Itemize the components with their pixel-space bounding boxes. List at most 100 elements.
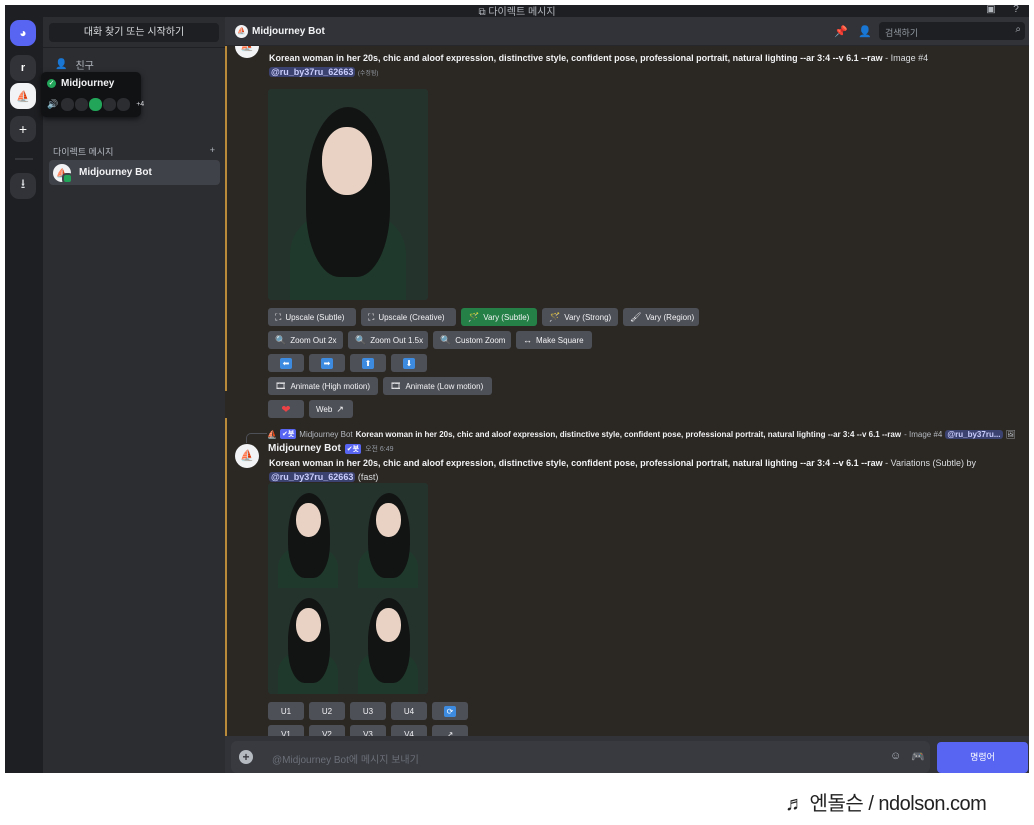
upscale-4-button[interactable]: U4 [391,702,427,720]
pin-icon[interactable]: 📌 [834,25,848,38]
member-avatar [60,97,76,112]
expand-icon: ↔ [523,335,532,345]
friends-icon: 👤 [55,58,68,70]
upscale-creative-button[interactable]: ⛶ Upscale (Creative) [361,308,456,326]
dm-item-midjourney-bot[interactable]: ⛵ Midjourney Bot [49,160,220,185]
button-label: Animate (High motion) [290,381,371,391]
button-label: Vary (Subtle) [483,312,530,322]
avatar[interactable]: ⛵ [235,444,259,468]
grid-image[interactable] [268,588,348,694]
zoom-out-2x-button[interactable]: 🔍 Zoom Out 2x [268,331,343,349]
avatar[interactable]: ⛵ [235,46,259,58]
add-friend-icon[interactable]: 👤 [858,25,872,38]
user-mention[interactable]: @ru_by37ru... [945,429,1003,439]
animate-high-motion-button[interactable]: 🎞 Animate (High motion) [268,377,378,395]
zoom-out-1-5x-button[interactable]: 🔍 Zoom Out 1.5x [348,331,428,349]
mention-highlight-bar [225,46,227,391]
upscale-1-button[interactable]: U1 [268,702,304,720]
pan-left-button[interactable]: ⬅ [268,354,304,372]
more-members-count: +4 [136,101,145,108]
portrait-face [376,608,401,642]
grid-image[interactable] [348,588,428,694]
author-name[interactable]: Midjourney Bot [268,443,341,454]
upscale-3-button[interactable]: U3 [350,702,386,720]
avatar: ⛵ [53,163,73,184]
button-label: Vary (Strong) [564,312,612,322]
upscale-2-button[interactable]: U2 [309,702,345,720]
add-server-icon[interactable]: + [10,116,36,142]
open-external-button[interactable]: ↗ [432,725,468,736]
add-dm-icon[interactable]: + [210,145,215,158]
discord-home-icon[interactable]: ◕ [10,20,36,46]
portrait-face [322,127,372,195]
film-icon: 🎞 [390,380,402,391]
server-midjourney-icon[interactable]: ⛵ [10,83,36,109]
dm-item-label: Midjourney Bot [79,167,152,178]
timestamp: 오전 6:49 [365,445,394,453]
reply-suffix: - Image #4 [904,429,943,439]
like-button[interactable]: ❤ [268,400,304,418]
pan-right-button[interactable]: ➡ [309,354,345,372]
refresh-icon: ⟳ [444,705,456,717]
dm-header-label: 다이렉트 메시지 [53,147,114,157]
custom-zoom-button[interactable]: 🔍 Custom Zoom [433,331,511,349]
attach-plus-icon[interactable]: + [239,750,253,764]
vary-strong-button[interactable]: 🪄 Vary (Strong) [542,308,618,326]
button-label: Animate (Low motion) [405,381,484,391]
sidebar-item-friends[interactable]: 👤 친구 [49,54,219,74]
heart-icon: ❤ [281,403,291,416]
avatar: ⛵ [235,25,248,38]
portrait-face [296,503,321,537]
tooltip-title: ✓ Midjourney [47,78,114,89]
pan-up-button[interactable]: ⬆ [350,354,386,372]
download-icon[interactable]: ⭳ [10,173,36,199]
reply-reference[interactable]: ⛵ ✔봇 Midjourney Bot Korean woman in her … [267,429,1016,439]
online-status-icon [62,172,73,184]
find-conversation-button[interactable]: 대화 찾기 또는 시작하기 [49,23,219,42]
variation-1-button[interactable]: V1 [268,725,304,736]
image-icon: 🖼 [1005,429,1016,439]
help-icon[interactable]: ? [1010,5,1022,16]
prompt-suffix: - Variations (Subtle) by [882,458,977,468]
emoji-icon[interactable]: ☺ [890,750,901,762]
message-composer[interactable]: + @Midjourney Bot에 메시지 보내기 ☺ 🎮 [231,741,930,773]
inbox-icon[interactable]: ▣ [985,5,997,16]
user-mention[interactable]: @ru_by37ru_62663 [269,67,356,77]
gamepad-icon[interactable]: 🎮 [911,750,925,763]
vary-subtle-button[interactable]: 🪄 Vary (Subtle) [461,308,537,326]
vary-region-button[interactable]: 🖌 Vary (Region) [623,308,699,326]
magic-wand-icon: 🪄 [468,311,480,322]
brush-icon: 🖌 [630,311,642,322]
web-link-button[interactable]: Web ↗ [309,400,353,418]
reroll-button[interactable]: ⟳ [432,702,468,720]
reply-connector [246,433,267,443]
pan-down-button[interactable]: ⬇ [391,354,427,372]
upscale-subtle-button[interactable]: ⛶ Upscale (Subtle) [268,308,356,326]
message-feed: ⛵ Korean woman in her 20s, chic and aloo… [225,46,1029,736]
grid-image[interactable] [348,483,428,588]
reply-avatar-icon: ⛵ [267,429,277,439]
mention-highlight-bar [225,418,227,736]
image-grid[interactable] [268,483,428,694]
bot-badge: ✔봇 [279,429,297,439]
animate-low-motion-button[interactable]: 🎞 Animate (Low motion) [383,377,492,395]
grid-image[interactable] [268,483,348,588]
search-input[interactable]: 검색하기 ⌕ [879,22,1025,40]
chat-header: ⛵ Midjourney Bot 📌 👤 검색하기 ⌕ [225,17,1029,46]
voice-members: 🔊 +4 [47,97,144,112]
make-square-button[interactable]: ↔ Make Square [516,331,592,349]
commands-button[interactable]: 명령어 [937,742,1028,773]
variation-4-button[interactable]: V4 [391,725,427,736]
member-avatar [102,97,118,112]
message-prompt: Korean woman in her 20s, chic and aloof … [269,458,976,468]
server-r[interactable]: r [10,55,36,81]
discord-window: ⧉ 다이렉트 메시지 ▣ ? ◕ r ⛵ + ⭳ 대화 찾기 또는 시작하기 👤… [5,5,1029,773]
generated-image[interactable] [268,89,428,300]
external-link-icon: ↗ [446,729,454,737]
variation-2-button[interactable]: V2 [309,725,345,736]
user-mention[interactable]: @ru_by37ru_62663 [269,472,356,482]
variation-3-button[interactable]: V3 [350,725,386,736]
server-r-label: r [20,62,26,74]
zoom-icon: 🔍 [275,334,287,345]
magic-wand-icon: 🪄 [549,311,561,322]
